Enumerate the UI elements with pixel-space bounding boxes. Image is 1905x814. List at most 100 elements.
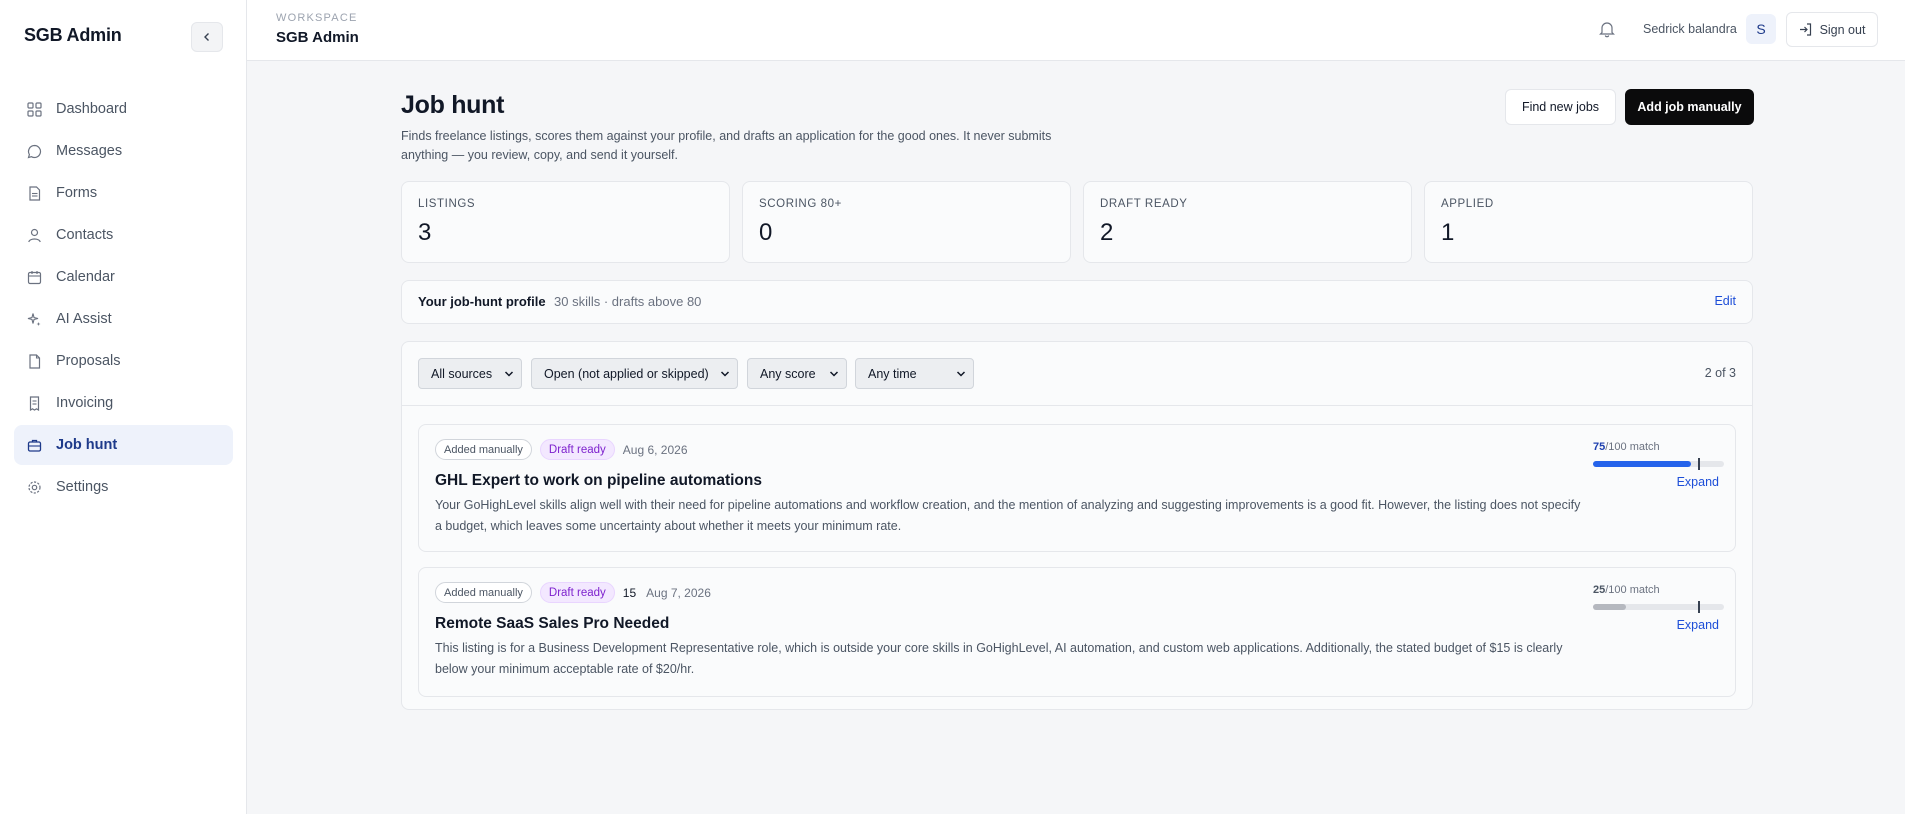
score-filter-value: Any score [760,366,816,381]
sidebar-item-label: Settings [56,479,109,495]
user-name: Sedrick balandra [1643,22,1737,36]
avatar[interactable]: S [1746,14,1776,44]
source-tag: Added manually [435,439,532,460]
sidebar-nav: Dashboard Messages Forms Contacts Calend… [14,89,233,509]
match-score-bar [1593,458,1724,470]
topbar: WORKSPACE SGB Admin Sedrick balandra S S… [247,0,1905,61]
job-title[interactable]: Remote SaaS Sales Pro Needed [435,615,669,633]
stat-value: 0 [759,219,773,246]
job-list-panel: All sources Open (not applied or skipped… [401,341,1753,710]
stat-card-draft-ready: DRAFT READY 2 [1083,181,1412,263]
expand-link[interactable]: Expand [1677,618,1719,632]
sidebar-item-invoicing[interactable]: Invoicing [14,383,233,423]
job-description: This listing is for a Business Developme… [435,641,1563,676]
receipt-icon [26,395,42,411]
stat-label: LISTINGS [418,198,476,210]
chevron-down-icon [956,371,966,377]
bell-icon[interactable] [1599,20,1617,38]
sidebar-item-settings[interactable]: Settings [14,467,233,507]
stat-card-applied: APPLIED 1 [1424,181,1753,263]
sidebar-item-forms[interactable]: Forms [14,173,233,213]
score-filter-select[interactable]: Any score [747,358,847,389]
sidebar-item-label: Calendar [56,269,115,285]
threshold-marker [1698,601,1700,613]
job-date: Aug 7, 2026 [646,585,711,600]
source-filter-select[interactable]: All sources [418,358,522,389]
source-filter-value: All sources [431,366,493,381]
chevron-down-icon [720,371,730,377]
sidebar-item-label: Job hunt [56,437,118,453]
user-icon [26,227,42,243]
job-date: Aug 6, 2026 [622,442,688,457]
sidebar-item-label: Invoicing [56,395,114,411]
sidebar-item-messages[interactable]: Messages [14,131,233,171]
briefcase-icon [26,437,42,453]
job-title[interactable]: GHL Expert to work on pipeline automatio… [435,472,762,490]
sidebar-item-calendar[interactable]: Calendar [14,257,233,297]
status-filter-value: Open (not applied or skipped) [544,366,709,381]
collapse-sidebar-button[interactable] [191,22,223,52]
stat-label: DRAFT READY [1100,198,1188,210]
match-score-suffix: /100 match [1605,584,1660,596]
match-score: 25/100 match [1593,584,1660,596]
add-job-manually-button[interactable]: Add job manually [1625,89,1754,125]
match-score-suffix: /100 match [1605,441,1660,453]
job-tags: Added manually Draft ready Aug 6, 2026 [435,439,688,460]
gear-icon [26,479,42,495]
sign-out-label: Sign out [1819,22,1866,37]
sidebar-item-label: Forms [56,185,98,201]
page-description: Finds freelance listings, scores them ag… [401,129,1052,162]
match-score-bar [1593,601,1724,613]
match-score: 75/100 match [1593,441,1660,453]
profile-title: Your job-hunt profile [418,294,546,309]
sidebar-item-label: Dashboard [56,101,127,117]
sidebar-item-label: Contacts [56,227,114,243]
workspace-label: WORKSPACE [276,12,358,24]
chevron-down-icon [829,371,839,377]
file-icon [26,353,42,369]
time-filter-value: Any time [868,366,917,381]
job-tags: Added manually Draft ready 15 Aug 7, 202… [435,582,711,603]
find-new-jobs-button[interactable]: Find new jobs [1505,89,1616,125]
sidebar: SGB Admin Dashboard Messages Forms Conta… [0,0,247,814]
job-hunt-profile-bar: Your job-hunt profile 30 skills · drafts… [401,280,1753,324]
stat-card-listings: LISTINGS 3 [401,181,730,263]
sidebar-item-label: Messages [56,143,123,159]
sign-out-button[interactable]: Sign out [1786,12,1878,47]
filter-bar: All sources Open (not applied or skipped… [402,342,1752,406]
message-icon [26,143,42,159]
results-count: 2 of 3 [1704,366,1736,380]
document-icon [26,185,42,201]
stat-label: APPLIED [1441,198,1494,210]
status-filter-select[interactable]: Open (not applied or skipped) [531,358,738,389]
edit-profile-link[interactable]: Edit [1714,294,1736,308]
expand-link[interactable]: Expand [1677,475,1719,489]
match-score-fill [1593,604,1626,610]
sidebar-item-dashboard[interactable]: Dashboard [14,89,233,129]
match-score-value: 25 [1593,584,1606,596]
stat-label: SCORING 80+ [759,198,842,210]
sidebar-item-proposals[interactable]: Proposals [14,341,233,381]
status-badge: Draft ready [539,439,615,460]
sidebar-item-job-hunt[interactable]: Job hunt [14,425,233,465]
sparkle-icon [26,311,42,327]
stat-value: 1 [1441,219,1455,246]
stat-value: 2 [1100,219,1114,246]
sidebar-item-label: Proposals [56,353,121,369]
sign-out-icon [1799,23,1811,36]
stat-value: 3 [418,219,432,246]
sidebar-item-ai-assist[interactable]: AI Assist [14,299,233,339]
sidebar-item-contacts[interactable]: Contacts [14,215,233,255]
chevron-left-icon [204,33,209,41]
job-extra-value: 15 [622,585,637,600]
page-title: Job hunt [401,91,505,119]
stat-card-scoring: SCORING 80+ 0 [742,181,1071,263]
time-filter-select[interactable]: Any time [855,358,974,389]
grid-icon [26,101,42,117]
source-tag: Added manually [435,582,532,603]
job-card[interactable]: Added manually Draft ready 15 Aug 7, 202… [418,567,1736,697]
threshold-marker [1698,458,1700,470]
job-card[interactable]: Added manually Draft ready Aug 6, 2026 G… [418,424,1736,552]
sidebar-item-label: AI Assist [56,311,112,327]
match-score-fill [1593,461,1692,467]
